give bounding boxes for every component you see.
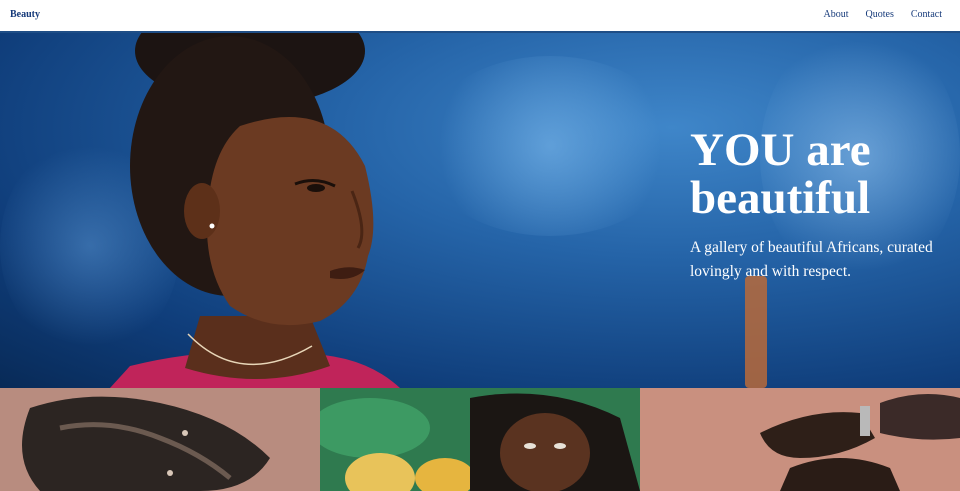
- brand-logo[interactable]: Beauty: [10, 9, 40, 20]
- nav-links: About Quotes Contact: [824, 9, 942, 20]
- gallery-photo-1[interactable]: [0, 388, 320, 491]
- gallery-photo-3[interactable]: [640, 388, 960, 491]
- hero-title: YOU are beautiful: [690, 124, 871, 224]
- hero-text-block: YOU are beautiful A gallery of beautiful…: [690, 126, 955, 284]
- nav-link-quotes[interactable]: Quotes: [866, 9, 894, 20]
- top-nav: Beauty About Quotes Contact: [0, 0, 960, 33]
- hero-portrait-photo: [110, 16, 400, 388]
- gallery-photo-2[interactable]: [320, 388, 640, 491]
- nav-link-contact[interactable]: Contact: [911, 9, 942, 20]
- nav-link-about[interactable]: About: [824, 9, 849, 20]
- hero-subtitle: A gallery of beautiful Africans, curated…: [690, 239, 933, 280]
- photo-gallery: [0, 388, 960, 491]
- hero-banner: YOU are beautiful A gallery of beautiful…: [0, 16, 960, 388]
